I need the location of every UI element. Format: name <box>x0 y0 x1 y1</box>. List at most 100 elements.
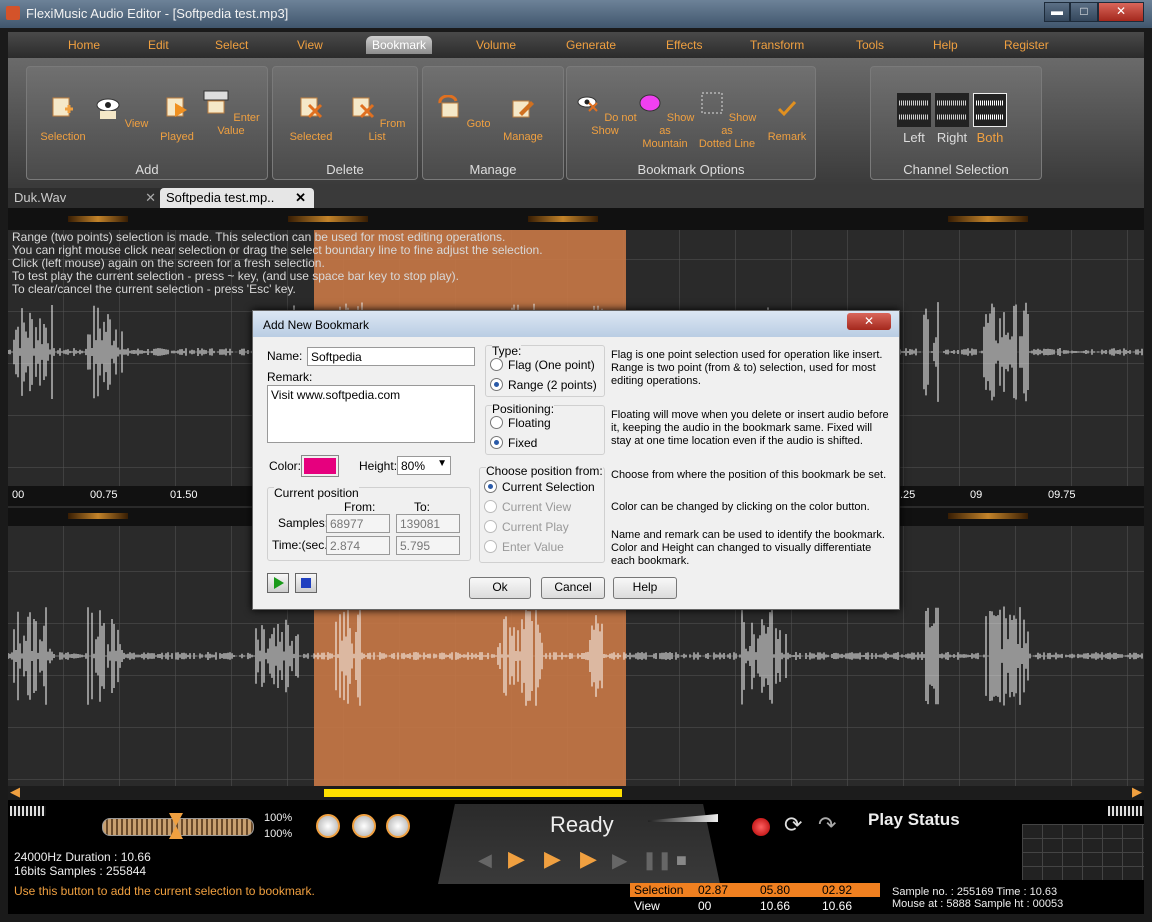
menu-volume[interactable]: Volume <box>476 38 516 52</box>
stop-icon <box>301 578 311 588</box>
tab-close-icon[interactable]: ✕ <box>145 188 156 207</box>
balance-thumb[interactable] <box>169 813 183 839</box>
tab-close-icon[interactable]: ✕ <box>295 188 306 207</box>
record-icon[interactable] <box>752 818 770 836</box>
pause-icon[interactable]: ❚❚ <box>642 850 672 871</box>
current-selection-radio[interactable]: Current Selection <box>484 480 595 494</box>
menu-home[interactable]: Home <box>68 38 100 52</box>
scroll-left-icon[interactable]: ◀ <box>10 784 20 800</box>
menu-bar: Home Edit Select View Bookmark Volume Ge… <box>8 32 1144 58</box>
manage-button[interactable]: Manage <box>491 95 555 144</box>
maximize-button[interactable]: □ <box>1070 2 1098 22</box>
positioning-group: Positioning: Floating Fixed <box>485 402 605 455</box>
time-to-input[interactable] <box>396 536 460 555</box>
loop-icon[interactable]: ⟳ <box>784 812 802 838</box>
view-label: View <box>634 899 660 913</box>
menu-edit[interactable]: Edit <box>148 38 169 52</box>
height-value: 80% <box>401 459 426 473</box>
current-position-label: Current position <box>274 486 359 500</box>
menu-transform[interactable]: Transform <box>750 38 804 52</box>
format-info-line2: 16bits Samples : 255844 <box>14 864 147 878</box>
menu-help[interactable]: Help <box>933 38 958 52</box>
eye-icon <box>96 98 120 119</box>
color-button[interactable] <box>301 455 339 477</box>
type-flag-radio[interactable]: Flag (One point) <box>490 358 595 372</box>
hint-line: Click (left mouse) again on the screen f… <box>12 256 325 270</box>
menu-view[interactable]: View <box>297 38 323 52</box>
name-input[interactable] <box>307 347 475 366</box>
balance-slider[interactable] <box>102 813 254 839</box>
do-not-show-button[interactable]: Do not Show <box>573 89 637 138</box>
group-options-title: Bookmark Options <box>637 162 745 177</box>
timeline-label: 00 <box>12 489 25 501</box>
play-view-icon[interactable]: ▶ <box>544 846 561 872</box>
channel-both-button[interactable]: Both <box>971 93 1009 144</box>
dialog-close-button[interactable]: ✕ <box>847 313 891 330</box>
type-range-radio[interactable]: Range (2 points) <box>490 378 597 392</box>
close-button[interactable]: ✕ <box>1098 2 1144 22</box>
samples-to-input[interactable] <box>396 514 460 533</box>
prev-icon[interactable]: ◀ <box>478 850 492 871</box>
type-label: Type: <box>492 344 522 358</box>
play-button[interactable] <box>267 573 289 593</box>
add-view-button[interactable]: View <box>89 95 153 131</box>
to-label: To: <box>414 500 431 514</box>
group-channel: Left Right Both Channel Selection <box>870 66 1042 180</box>
help-name-text: Name and remark can be used to identify … <box>611 529 885 567</box>
fixed-radio[interactable]: Fixed <box>490 436 537 450</box>
ready-status: Ready <box>550 812 614 837</box>
speed-knob-icon[interactable] <box>352 814 376 838</box>
remark-button[interactable]: Remark <box>755 95 819 144</box>
menu-bookmark[interactable]: Bookmark <box>366 36 433 54</box>
show-mountain-button[interactable]: Show as Mountain <box>633 89 697 151</box>
add-enter-value-button[interactable]: Enter Value <box>199 89 263 138</box>
app-icon <box>6 6 20 20</box>
hint-line: Range (two points) selection is made. Th… <box>12 230 506 244</box>
goto-button[interactable]: Goto <box>431 94 495 131</box>
tab-softpedia-test[interactable]: Softpedia test.mp.. ✕ <box>160 188 314 208</box>
list-delete-icon <box>352 97 374 119</box>
next-icon[interactable]: ▶ <box>612 848 627 873</box>
height-select[interactable]: 80% ▼ <box>397 456 451 475</box>
horizontal-scrollbar[interactable]: ◀ ▶ <box>8 784 1144 800</box>
menu-register[interactable]: Register <box>1004 38 1049 52</box>
play-icon[interactable]: ▶ <box>580 846 597 872</box>
help-button[interactable]: Help <box>613 577 677 599</box>
enter-value-radio[interactable]: Enter Value <box>484 540 564 554</box>
delete-selected-button[interactable]: Selected <box>279 95 343 144</box>
volume-knob-icon[interactable] <box>316 814 340 838</box>
repeat-icon[interactable]: ↷ <box>818 812 836 838</box>
format-info-line1: 24000Hz Duration : 10.66 <box>14 850 151 864</box>
positioning-label: Positioning: <box>492 402 555 416</box>
add-selection-button[interactable]: Selection <box>31 95 95 144</box>
menu-select[interactable]: Select <box>215 38 248 52</box>
waveform-both-icon <box>973 93 1007 127</box>
selection-view-table: Selection 02.87 05.80 02.92 View 00 10.6… <box>630 883 880 913</box>
tab-duk-wav[interactable]: Duk.Wav ✕ <box>8 188 162 208</box>
delete-from-list-button[interactable]: From List <box>345 95 409 144</box>
selection-end: 05.80 <box>756 883 818 897</box>
play-selection-icon[interactable]: ▶ <box>508 846 525 872</box>
menu-effects[interactable]: Effects <box>666 38 702 52</box>
pitch-knob-icon[interactable] <box>386 814 410 838</box>
menu-tools[interactable]: Tools <box>856 38 884 52</box>
time-from-input[interactable] <box>326 536 390 555</box>
menu-generate[interactable]: Generate <box>566 38 616 52</box>
cancel-button[interactable]: Cancel <box>541 577 605 599</box>
stop-button[interactable] <box>295 573 317 593</box>
show-dotted-line-button[interactable]: Show as Dotted Line <box>695 89 759 151</box>
floating-radio[interactable]: Floating <box>490 416 551 430</box>
stop-icon[interactable]: ■ <box>676 850 687 871</box>
samples-from-input[interactable] <box>326 514 390 533</box>
group-manage-title: Manage <box>469 162 517 177</box>
scroll-right-icon[interactable]: ▶ <box>1132 784 1142 800</box>
volume-left-value: 100% <box>264 812 293 824</box>
scroll-thumb[interactable] <box>324 789 622 797</box>
channel-left-button[interactable]: Left <box>895 93 933 144</box>
minimize-button[interactable]: ▬ <box>1044 2 1070 22</box>
current-play-radio[interactable]: Current Play <box>484 520 569 534</box>
ok-button[interactable]: Ok <box>469 577 531 599</box>
channel-right-button[interactable]: Right <box>933 93 971 144</box>
current-view-radio[interactable]: Current View <box>484 500 571 514</box>
remark-input[interactable]: Visit www.softpedia.com <box>267 385 475 443</box>
